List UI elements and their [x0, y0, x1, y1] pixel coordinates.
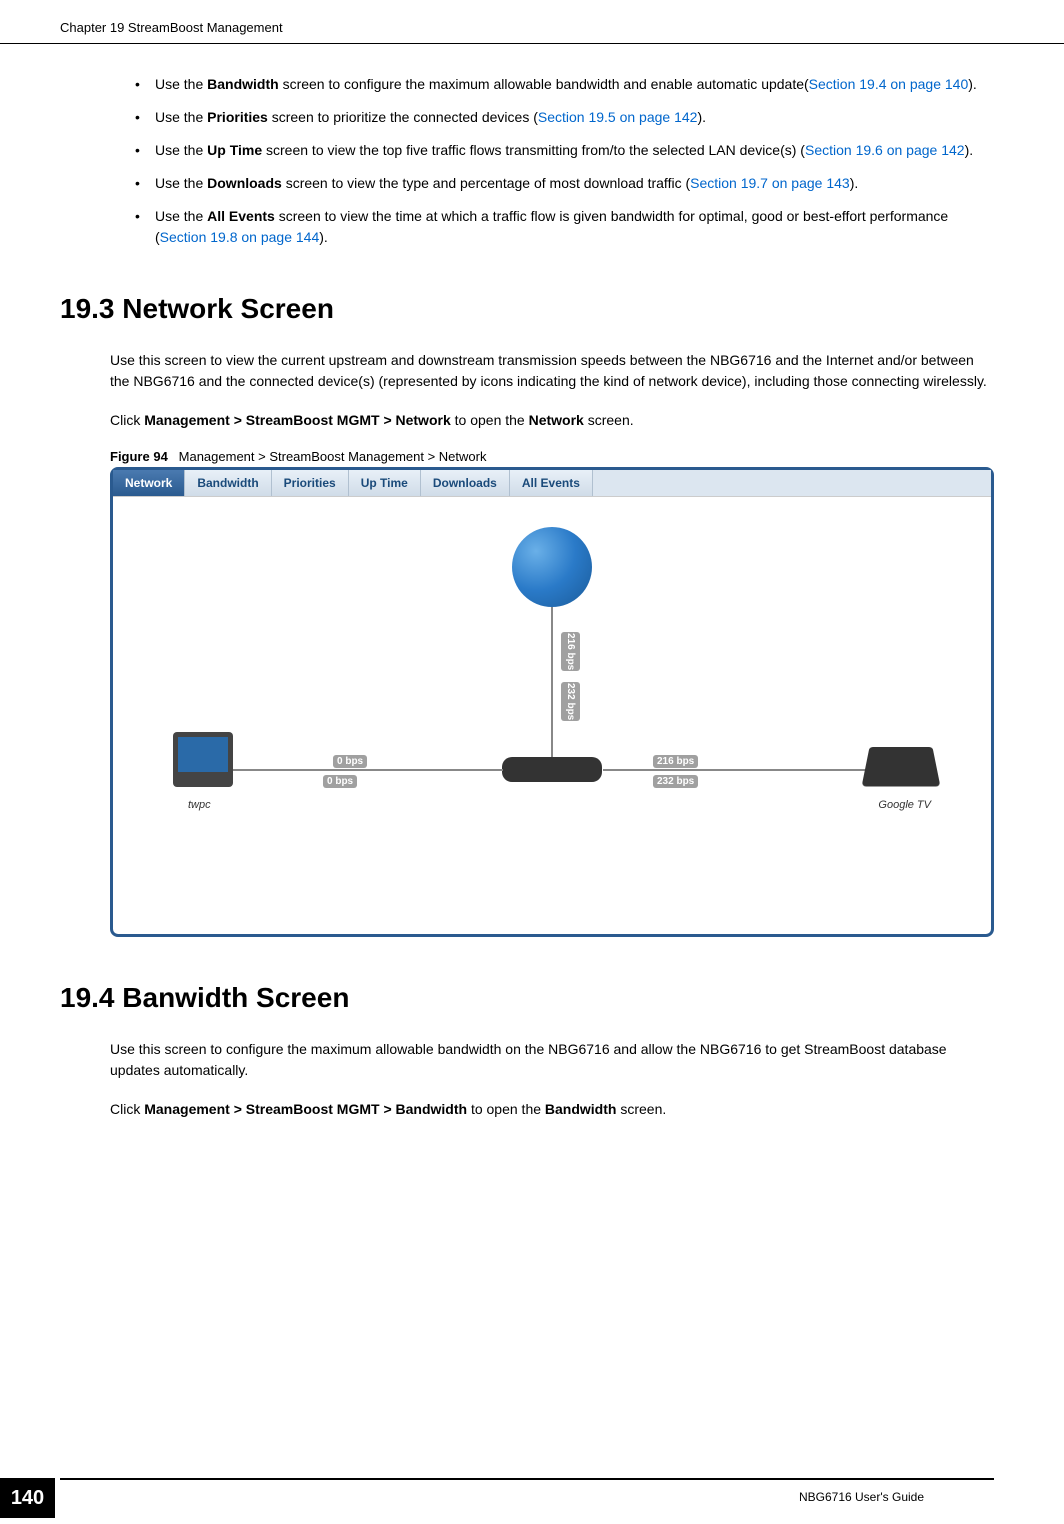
section-link[interactable]: Section 19.5 on page 142 [538, 109, 698, 125]
section-link[interactable]: Section 19.4 on page 140 [809, 76, 969, 92]
section-heading-193: 19.3 Network Screen [60, 293, 994, 325]
speed-left-up: 0 bps [333, 755, 367, 768]
chapter-title: Chapter 19 StreamBoost Management [60, 20, 283, 35]
speed-right-down: 232 bps [653, 775, 698, 788]
device-pc-icon[interactable] [173, 732, 233, 787]
page-footer: 140 NBG6716 User's Guide [60, 1478, 994, 1504]
figure-caption: Figure 94 Management > StreamBoost Manag… [110, 449, 994, 464]
tab-bandwidth[interactable]: Bandwidth [185, 470, 271, 496]
bullet-list: Use the Bandwidth screen to configure th… [110, 74, 994, 248]
tab-priorities[interactable]: Priorities [272, 470, 349, 496]
speed-right-up: 216 bps [653, 755, 698, 768]
network-diagram: 216 bps 232 bps 0 bps 0 bps 216 bps 232 … [113, 497, 991, 927]
tab-bar: Network Bandwidth Priorities Up Time Dow… [113, 470, 991, 497]
bullet-item: Use the All Events screen to view the ti… [135, 206, 994, 248]
router-icon[interactable] [502, 757, 602, 782]
tab-uptime[interactable]: Up Time [349, 470, 421, 496]
section-link[interactable]: Section 19.6 on page 142 [805, 142, 965, 158]
internet-globe-icon[interactable] [512, 527, 592, 607]
section-link[interactable]: Section 19.8 on page 144 [160, 229, 320, 245]
bullet-item: Use the Bandwidth screen to configure th… [135, 74, 994, 95]
bullet-item: Use the Downloads screen to view the typ… [135, 173, 994, 194]
section-heading-194: 19.4 Banwidth Screen [60, 982, 994, 1014]
body-paragraph: Click Management > StreamBoost MGMT > Ne… [110, 410, 994, 431]
speed-downstream: 232 bps [561, 682, 580, 721]
device-pc-label: twpc [188, 799, 211, 811]
section-link[interactable]: Section 19.7 on page 143 [690, 175, 850, 191]
content-area: Use the Bandwidth screen to configure th… [0, 44, 1064, 1120]
page-number: 140 [0, 1478, 55, 1518]
network-screenshot: Network Bandwidth Priorities Up Time Dow… [110, 467, 994, 937]
body-paragraph: Click Management > StreamBoost MGMT > Ba… [110, 1099, 994, 1120]
connection-line [233, 769, 503, 771]
bullet-item: Use the Priorities screen to prioritize … [135, 107, 994, 128]
tab-network[interactable]: Network [113, 470, 185, 496]
footer-guide-label: NBG6716 User's Guide [60, 1480, 924, 1504]
tab-downloads[interactable]: Downloads [421, 470, 510, 496]
speed-upstream: 216 bps [561, 632, 580, 671]
bullet-item: Use the Up Time screen to view the top f… [135, 140, 994, 161]
speed-left-down: 0 bps [323, 775, 357, 788]
page-header: Chapter 19 StreamBoost Management [0, 0, 1064, 44]
body-paragraph: Use this screen to view the current upst… [110, 350, 994, 392]
connection-line [551, 607, 553, 757]
device-tablet-label: Google TV [878, 799, 931, 811]
body-paragraph: Use this screen to configure the maximum… [110, 1039, 994, 1081]
tab-allevents[interactable]: All Events [510, 470, 593, 496]
connection-line [603, 769, 883, 771]
device-tablet-icon[interactable] [862, 747, 941, 786]
